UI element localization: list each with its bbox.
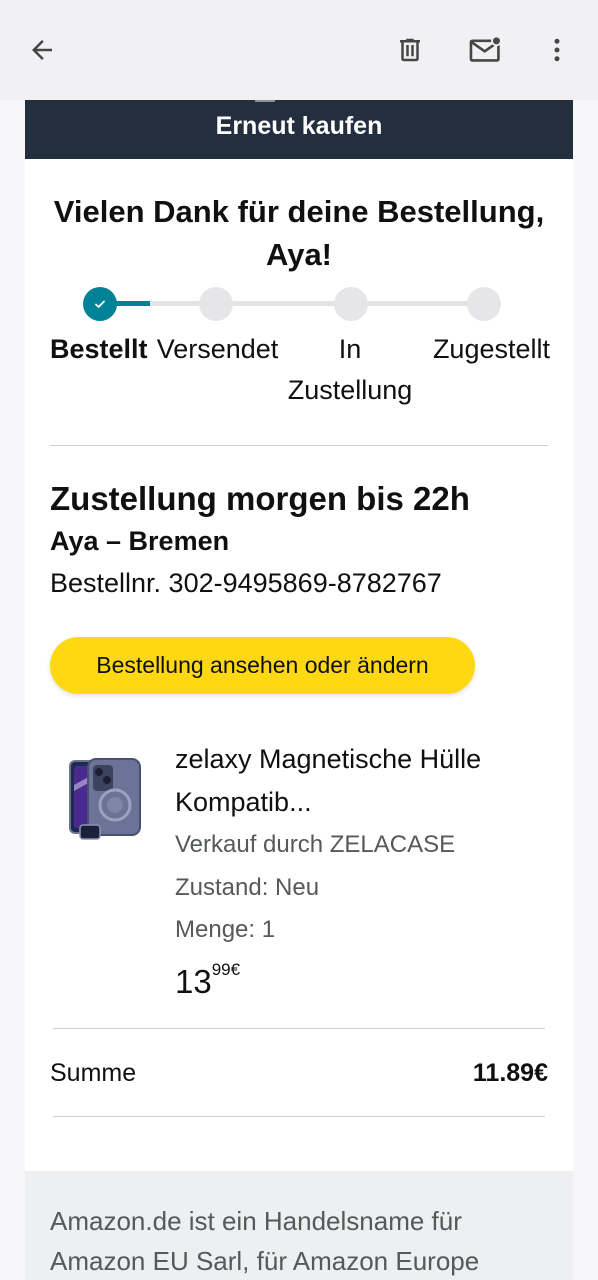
checkmark-icon: [95, 300, 105, 309]
total-label: Summe: [50, 1059, 137, 1087]
step-dot-out-for-delivery: [334, 287, 368, 321]
product-title[interactable]: zelaxy Magnetische Hülle Kompatib...: [175, 738, 555, 824]
mail-unread-icon: [469, 35, 502, 62]
buy-again-label: Erneut kaufen: [215, 112, 383, 140]
thank-you-heading: Vielen Dank für deine Bestellung, Aya!: [53, 194, 545, 272]
delete-button[interactable]: [386, 26, 434, 74]
step-label-out-for-delivery: In Zustellung: [287, 334, 413, 405]
mark-unread-button[interactable]: [462, 26, 510, 74]
product-price: 1399€: [175, 960, 241, 1002]
top-app-bar: [0, 0, 598, 100]
trash-icon: [400, 38, 420, 62]
more-vert-icon: [554, 38, 560, 62]
buy-again-banner[interactable]: Erneut kaufen: [25, 99, 573, 159]
price-whole: 13: [175, 963, 212, 1000]
price-fraction: 99€: [211, 960, 241, 979]
step-dot-shipped: [199, 287, 233, 321]
step-label-delivered: Zugestellt: [432, 334, 550, 364]
back-button[interactable]: [18, 26, 66, 74]
product-quantity: Menge: 1: [175, 916, 276, 943]
email-viewer: Erneut kaufen Vielen Dank für deine Best…: [0, 0, 598, 1280]
divider: [50, 445, 548, 446]
phone-case-thumbnail: [69, 758, 141, 840]
total-value: 11.89€: [472, 1059, 548, 1087]
delivery-estimate: Zustellung morgen bis 22h: [50, 480, 470, 517]
more-options-button[interactable]: [533, 26, 581, 74]
product-image[interactable]: [62, 755, 147, 855]
divider: [53, 1028, 545, 1029]
recipient-name: Aya – Bremen: [50, 526, 230, 556]
order-number: Bestellnr. 302-9495869-8782767: [50, 568, 442, 598]
arrow-left-icon: [32, 40, 52, 60]
progress-track-background: [233, 301, 348, 306]
step-label-shipped: Versendet: [156, 334, 279, 364]
progress-track-background: [368, 301, 483, 306]
step-label-ordered: Bestellt: [50, 334, 148, 364]
view-or-edit-order-button[interactable]: Bestellung ansehen oder ändern: [50, 637, 475, 694]
footer-text: Amazon.de ist ein Handelsname für Amazon…: [50, 1206, 480, 1276]
email-body: Erneut kaufen Vielen Dank für deine Best…: [25, 99, 573, 1280]
step-dot-delivered: [467, 287, 501, 321]
divider: [53, 1116, 545, 1117]
product-seller: Verkauf durch ZELACASE: [175, 831, 456, 858]
product-condition: Zustand: Neu: [175, 874, 320, 901]
legal-footer: Amazon.de ist ein Handelsname für Amazon…: [25, 1171, 573, 1280]
step-dot-ordered: [83, 287, 117, 321]
